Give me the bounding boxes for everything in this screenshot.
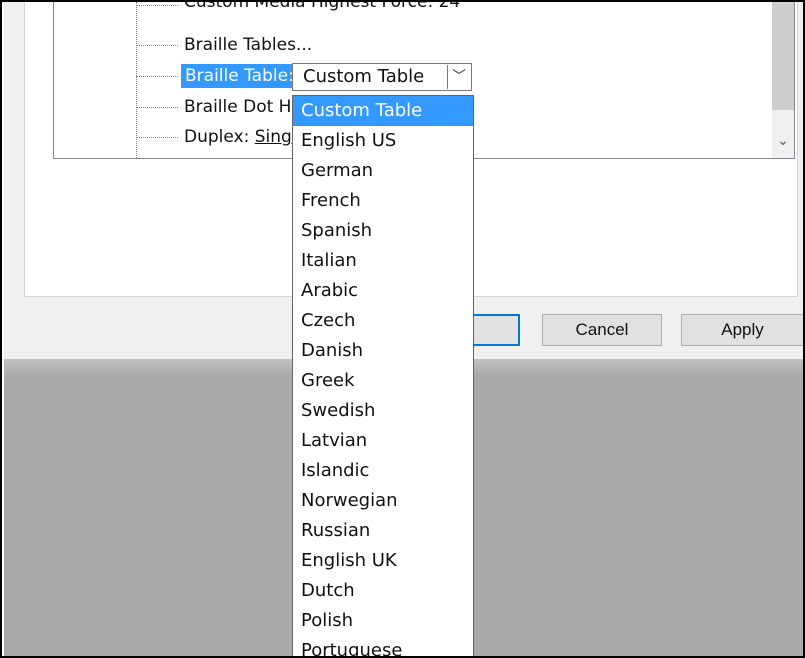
tree-branch-line	[136, 5, 178, 6]
braille-table-dropdown-list[interactable]: Custom Table English US German French Spanis…	[292, 95, 474, 656]
dropdown-option[interactable]: Arabic	[293, 276, 473, 306]
tree-branch-line	[136, 137, 178, 138]
dropdown-option[interactable]: Polish	[293, 606, 473, 636]
dropdown-option[interactable]: Danish	[293, 336, 473, 366]
dropdown-option[interactable]: German	[293, 156, 473, 186]
dropdown-option[interactable]: English UK	[293, 546, 473, 576]
tree-item-braille-tables[interactable]: Braille Tables...	[54, 30, 754, 60]
screenshot-frame: Custom Media Highest Force: 24 Braille T…	[0, 0, 805, 658]
scrollbar-thumb[interactable]	[772, 2, 794, 110]
dropdown-option[interactable]: Italian	[293, 246, 473, 276]
tree-item-label-selected: Braille Table:	[181, 64, 298, 88]
tree-branch-line	[136, 107, 178, 108]
cancel-button[interactable]: Cancel	[542, 314, 662, 346]
dropdown-option[interactable]: Spanish	[293, 216, 473, 246]
tree-item-label: Braille Dot Hei	[184, 97, 307, 117]
chevron-down-icon[interactable]: ⌄	[772, 130, 794, 152]
dropdown-option[interactable]: Greek	[293, 366, 473, 396]
tree-item-label: Braille Tables...	[184, 35, 313, 55]
vertical-scrollbar[interactable]: ⌄	[772, 2, 794, 158]
dropdown-option[interactable]: Dutch	[293, 576, 473, 606]
apply-button[interactable]: Apply	[681, 314, 803, 346]
chevron-down-icon[interactable]: ﹀	[447, 65, 470, 89]
ok-button[interactable]	[466, 314, 520, 346]
tree-branch-line	[136, 76, 178, 77]
dropdown-option[interactable]: Swedish	[293, 396, 473, 426]
tree-item-label: Duplex: Single	[184, 125, 307, 149]
combobox-selected-value: Custom Table	[303, 66, 425, 87]
braille-table-combobox[interactable]: Custom Table ﹀	[292, 63, 472, 91]
duplex-label-prefix: Duplex:	[184, 127, 255, 147]
tree-item-label: Custom Media Highest Force: 24	[184, 2, 461, 12]
dropdown-option[interactable]: Custom Table	[293, 96, 473, 126]
tree-item-highest-force[interactable]: Custom Media Highest Force: 24	[54, 2, 754, 32]
tree-branch-line	[136, 45, 178, 46]
dropdown-option[interactable]: English US	[293, 126, 473, 156]
dropdown-option[interactable]: Islandic	[293, 456, 473, 486]
dropdown-option[interactable]: Russian	[293, 516, 473, 546]
dropdown-option[interactable]: Latvian	[293, 426, 473, 456]
dropdown-option[interactable]: Norwegian	[293, 486, 473, 516]
dropdown-option[interactable]: French	[293, 186, 473, 216]
dropdown-option[interactable]: Czech	[293, 306, 473, 336]
dropdown-option[interactable]: Portuguese	[293, 636, 473, 656]
